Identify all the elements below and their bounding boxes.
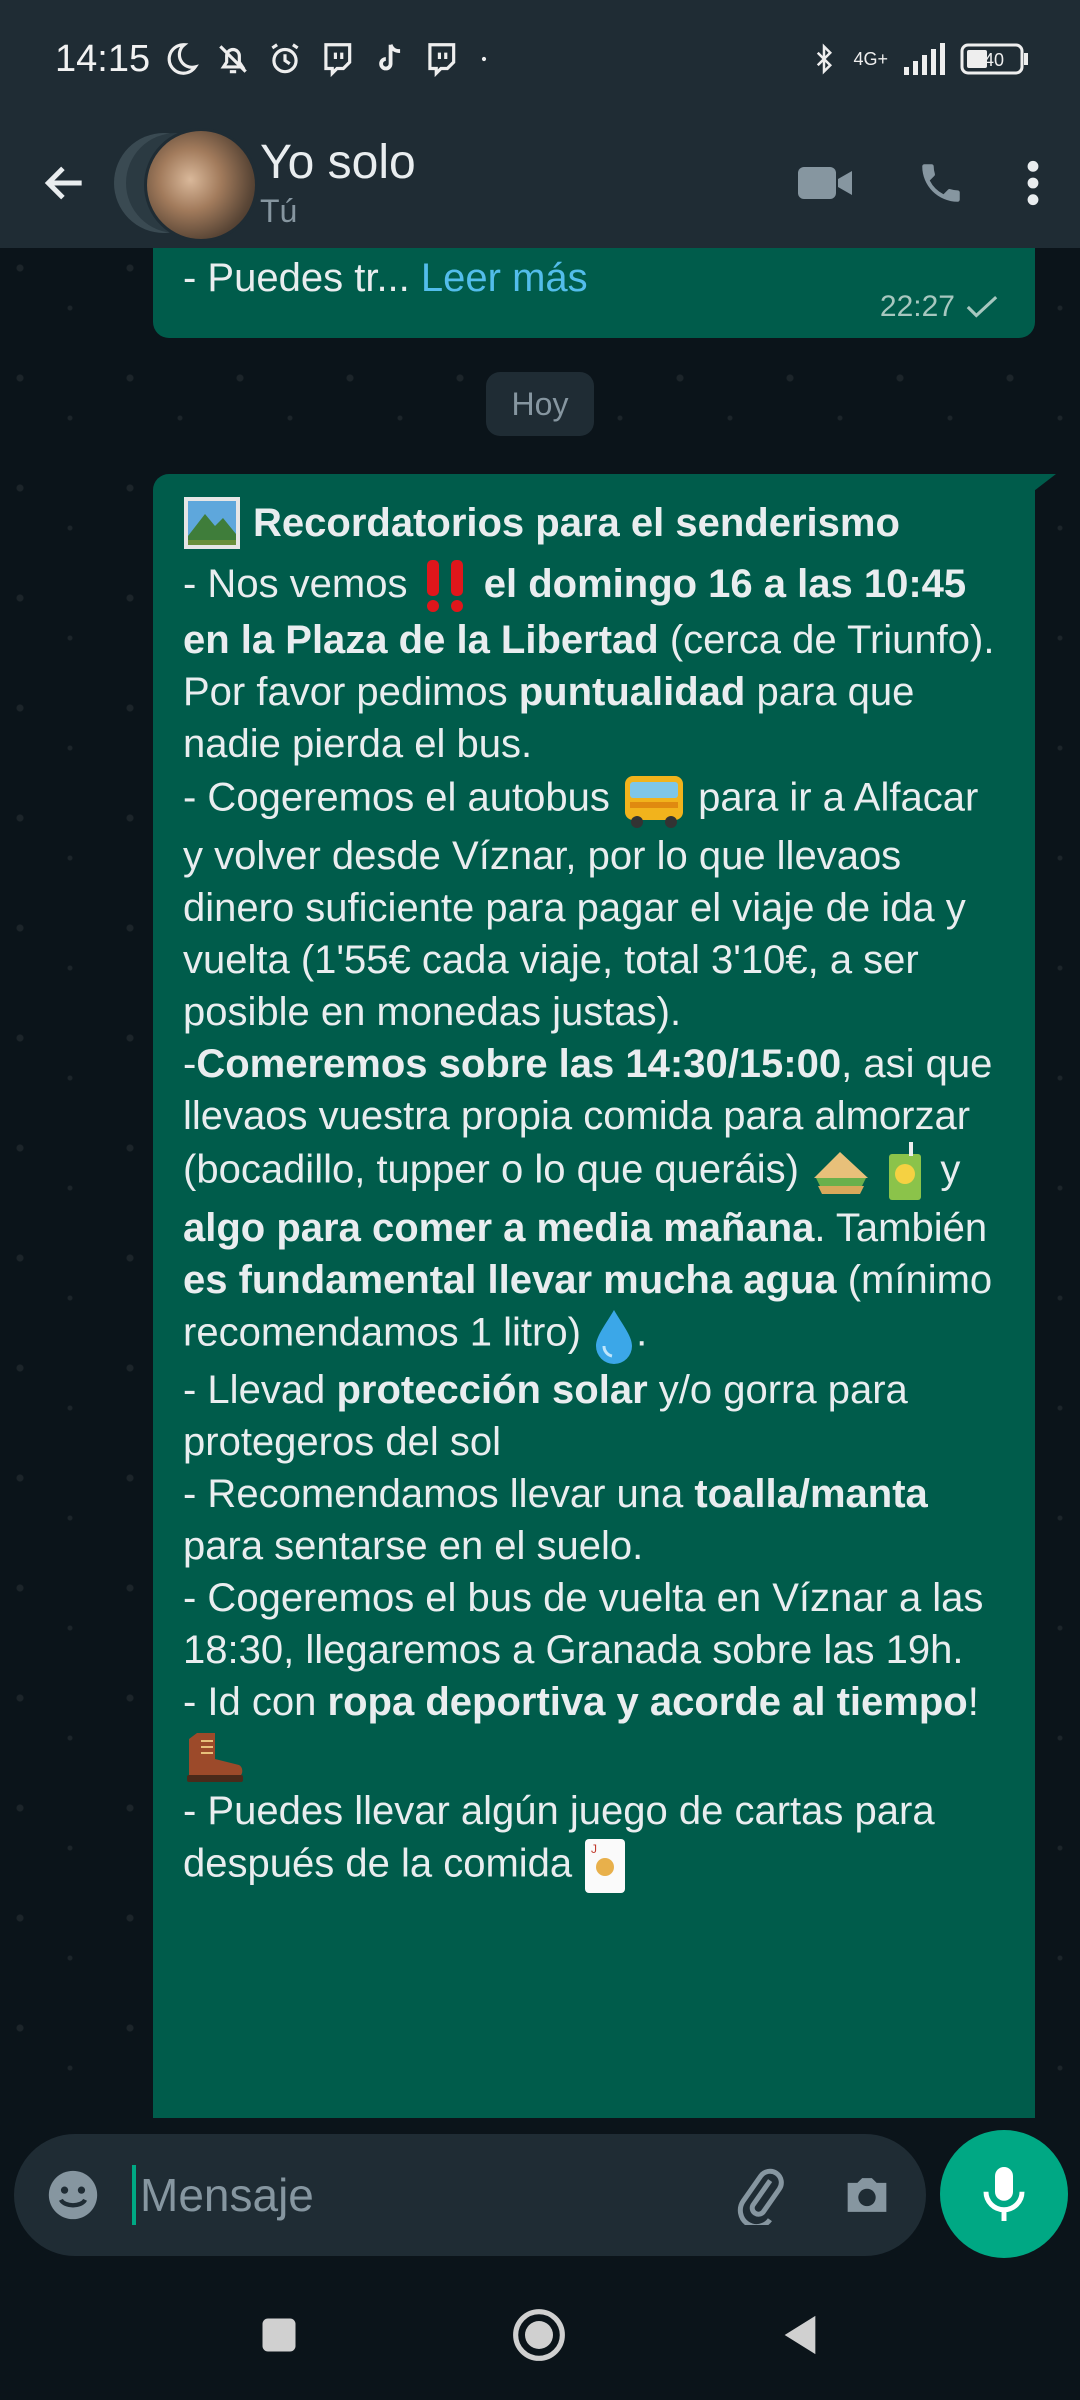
arrow-left-icon	[44, 166, 82, 200]
microphone-button[interactable]	[940, 2130, 1068, 2258]
previous-message-time: 22:27	[880, 290, 999, 324]
paragraph-return: - Cogeremos el bus de vuelta en Víznar a…	[183, 1576, 984, 1673]
paragraph-cards: - Puedes llevar algún juego de cartas pa…	[183, 1785, 1005, 1895]
microphone-icon	[983, 2167, 1025, 2221]
juice-box-icon	[889, 1142, 922, 1201]
chat-header: Yo solo Tú	[0, 118, 1080, 248]
emoji-icon[interactable]	[44, 2166, 102, 2224]
composer-icons	[730, 2165, 896, 2225]
tiktok-icon	[379, 44, 401, 71]
message-bubble[interactable]: Recordatorios para el senderismo - Nos v…	[153, 474, 1035, 2118]
battery-level: 40	[984, 50, 1004, 70]
moon-icon	[167, 43, 199, 75]
chat-area[interactable]: - Puedes tr... Leer más 22:27 Hoy Record…	[0, 248, 1080, 2118]
status-icons-left	[162, 40, 494, 78]
hiking-boot-icon	[187, 1732, 243, 1782]
system-nav-bar	[0, 2270, 1080, 2400]
single-check-icon	[966, 295, 998, 318]
date-chip: Hoy	[486, 372, 594, 436]
bell-off-icon	[219, 45, 247, 74]
camera-icon[interactable]	[838, 2166, 896, 2224]
paragraph-meeting: - Nos vemos el domingo 16 a las 10:45 en…	[183, 558, 1005, 770]
paragraph-clothes: - Id con ropa deportiva y acorde al tiem…	[183, 1676, 1005, 1784]
avatar[interactable]	[114, 128, 258, 242]
double-exclamation-icon	[426, 560, 463, 613]
video-call-icon[interactable]	[796, 161, 856, 205]
contact-subtitle: Tú	[260, 193, 298, 229]
back-button[interactable]	[30, 148, 100, 218]
svg-text:J: J	[591, 1842, 597, 1856]
twitch-icon-2	[428, 43, 456, 78]
recent-apps-icon[interactable]	[257, 2313, 301, 2357]
dot-icon	[482, 56, 487, 62]
bluetooth-icon	[817, 43, 833, 75]
message-title: Recordatorios para el senderismo	[253, 501, 900, 545]
mountain-landscape-icon	[184, 497, 240, 549]
previous-message-text: - Puedes tr...	[183, 256, 410, 300]
message-body: Recordatorios para el senderismo - Nos v…	[183, 496, 1005, 1895]
paragraph-sun: - Llevad protección solar y/o gorra para…	[183, 1368, 908, 1465]
status-time: 14:15	[55, 37, 151, 80]
message-placeholder: Mensaje	[140, 2169, 314, 2221]
message-composer: Mensaje	[14, 2134, 926, 2256]
header-actions	[796, 158, 1040, 208]
contact-name: Yo solo	[260, 136, 416, 189]
network-label: 4G+	[853, 49, 888, 69]
playing-card-icon: J	[585, 1838, 626, 1893]
message-input[interactable]: Mensaje	[132, 2165, 730, 2225]
twitch-icon	[324, 43, 352, 78]
contact-info[interactable]: Yo solo Tú	[260, 135, 416, 231]
battery-icon: 40	[960, 43, 1028, 75]
attach-icon[interactable]	[730, 2165, 790, 2225]
alarm-icon	[271, 43, 299, 74]
signal-icon	[904, 43, 945, 75]
status-icons-right: 4G+ 40	[809, 40, 1030, 78]
more-options-icon[interactable]	[1026, 158, 1040, 208]
paragraph-food: -Comeremos sobre las 14:30/15:00, asi qu…	[183, 1038, 1005, 1365]
previous-message-bubble[interactable]: - Puedes tr... Leer más 22:27	[153, 248, 1035, 338]
water-drop-icon	[596, 1310, 633, 1365]
bus-icon	[625, 776, 684, 829]
paragraph-towel: - Recomendamos llevar una toalla/manta p…	[183, 1472, 928, 1569]
read-more-link[interactable]: Leer más	[421, 256, 588, 300]
back-nav-icon[interactable]	[777, 2310, 823, 2360]
phone-call-icon[interactable]	[916, 158, 966, 208]
home-icon[interactable]	[511, 2307, 567, 2363]
paragraph-bus: - Cogeremos el autobus para ir a Alfacar…	[183, 770, 1005, 1038]
status-bar: 14:15 4G+ 40	[0, 0, 1080, 118]
message-timestamp: 22:27	[879, 290, 955, 323]
sandwich-icon	[814, 1152, 869, 1195]
